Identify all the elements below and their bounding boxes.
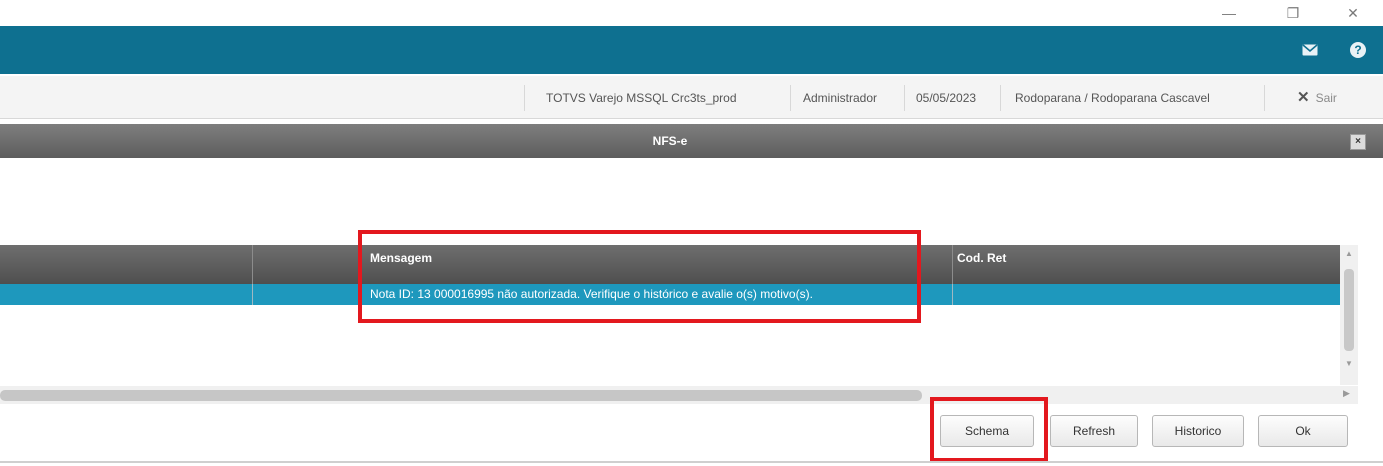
exit-label: Sair (1315, 91, 1337, 105)
divider (524, 85, 525, 111)
schema-button[interactable]: Schema (940, 415, 1034, 447)
horizontal-scrollbar[interactable]: ▶ (0, 386, 1358, 404)
scroll-right-icon[interactable]: ▶ (1343, 388, 1350, 399)
date-label: 05/05/2023 (916, 91, 977, 105)
close-icon: ✕ (1347, 4, 1359, 21)
refresh-button[interactable]: Refresh (1050, 415, 1138, 447)
dialog-header: NFS-e × (0, 124, 1383, 158)
svg-text:?: ? (1354, 43, 1361, 57)
company-label: Rodoparana / Rodoparana Cascavel (1015, 91, 1210, 105)
divider (952, 284, 953, 305)
close-icon: ✕ (1297, 89, 1310, 106)
divider (0, 461, 1383, 463)
minimize-button[interactable]: — (1212, 0, 1246, 26)
column-header-mensagem[interactable]: Mensagem (370, 251, 432, 265)
divider (1264, 85, 1265, 111)
user-label: Administrador (803, 91, 878, 105)
divider (790, 85, 791, 111)
column-header-cod-ret[interactable]: Cod. Ret (957, 251, 1006, 265)
scroll-up-icon[interactable]: ▲ (1340, 249, 1358, 258)
close-icon: × (1355, 136, 1361, 147)
scroll-down-icon[interactable]: ▼ (1340, 359, 1358, 368)
scrollbar-thumb[interactable] (1344, 269, 1354, 351)
exit-button[interactable]: ✕ Sair (1297, 85, 1337, 111)
help-icon[interactable]: ? (1348, 40, 1368, 60)
divider (1000, 85, 1001, 111)
minimize-icon: — (1222, 5, 1236, 21)
divider (952, 245, 953, 284)
session-info-bar: TOTVS Varejo MSSQL Crc3ts_prod Administr… (0, 76, 1383, 119)
divider (252, 245, 253, 284)
app-header-bar: ? (0, 26, 1383, 74)
ok-button[interactable]: Ok (1258, 415, 1348, 447)
historico-button[interactable]: Historico (1152, 415, 1244, 447)
dialog-close-button[interactable]: × (1350, 134, 1366, 150)
scrollbar-thumb[interactable] (0, 390, 922, 401)
mail-icon[interactable] (1300, 40, 1320, 60)
grid-header: Cod. Ret Mensagem (0, 245, 1340, 284)
vertical-scrollbar[interactable]: ▲ ▼ (1340, 245, 1358, 385)
divider (904, 85, 905, 111)
table-row[interactable]: Nota ID: 13 000016995 não autorizada. Ve… (0, 284, 1340, 305)
restore-icon: ❐ (1286, 4, 1300, 21)
messages-grid: Cod. Ret Mensagem Nota ID: 13 000016995 … (0, 245, 1340, 385)
close-window-button[interactable]: ✕ (1336, 0, 1370, 26)
environment-label: TOTVS Varejo MSSQL Crc3ts_prod (546, 91, 737, 105)
dialog-title: NFS-e (652, 134, 688, 148)
divider (252, 284, 253, 305)
window-titlebar: — ❐ ✕ (0, 0, 1383, 26)
cell-mensagem: Nota ID: 13 000016995 não autorizada. Ve… (370, 287, 813, 301)
restore-button[interactable]: ❐ (1276, 0, 1310, 26)
